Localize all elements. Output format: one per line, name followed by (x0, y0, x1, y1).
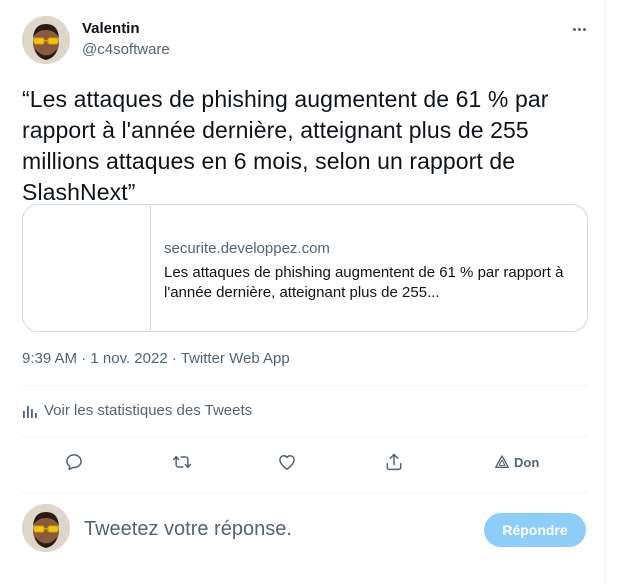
tip-button[interactable]: Don (494, 450, 539, 474)
tip-icon (495, 455, 509, 468)
tweet-detail-panel: Valentin @c4software “Les attaques de ph… (0, 0, 606, 584)
tip-label: Don (514, 454, 540, 470)
author-name[interactable]: Valentin (82, 20, 140, 37)
more-options-icon[interactable] (568, 18, 590, 40)
retweet-button[interactable] (172, 450, 192, 474)
tweet-meta: 9:39 AM · 1 nov. 2022 · Twitter Web App (22, 350, 290, 367)
author-avatar[interactable] (22, 16, 70, 64)
view-tweet-analytics-label: Voir les statistiques des Tweets (44, 402, 253, 419)
avatar-image (22, 16, 70, 64)
link-preview-card[interactable]: securite.developpez.com Les attaques de … (22, 204, 588, 332)
reply-button[interactable] (64, 450, 84, 474)
author-handle[interactable]: @c4software (82, 41, 170, 58)
current-user-avatar[interactable] (22, 504, 70, 552)
tweet-text: “Les attaques de phishing augmentent de … (22, 86, 549, 205)
meta-separator: · (77, 350, 91, 367)
view-tweet-analytics-link[interactable]: Voir les statistiques des Tweets (22, 402, 252, 419)
share-icon (386, 453, 402, 471)
link-card-title: Les attaques de phishing augmentent de 6… (164, 264, 564, 301)
tweet-time[interactable]: 9:39 AM (22, 350, 77, 367)
avatar-image (22, 504, 70, 552)
divider (22, 436, 588, 437)
like-button[interactable] (277, 450, 297, 474)
divider (22, 492, 588, 493)
tweet-source[interactable]: Twitter Web App (181, 350, 290, 367)
reply-input[interactable]: Tweetez votre réponse. (84, 518, 292, 541)
reply-icon (66, 454, 82, 471)
tweet-date[interactable]: 1 nov. 2022 (90, 350, 167, 367)
analytics-icon (23, 405, 37, 418)
share-button[interactable] (384, 450, 404, 474)
link-card-domain: securite.developpez.com (164, 240, 330, 257)
retweet-icon (172, 455, 192, 469)
meta-separator: · (167, 350, 181, 367)
reply-submit-button[interactable]: Répondre (484, 513, 586, 547)
divider (22, 385, 588, 386)
link-card-thumbnail (23, 205, 151, 331)
heart-icon (279, 455, 295, 470)
